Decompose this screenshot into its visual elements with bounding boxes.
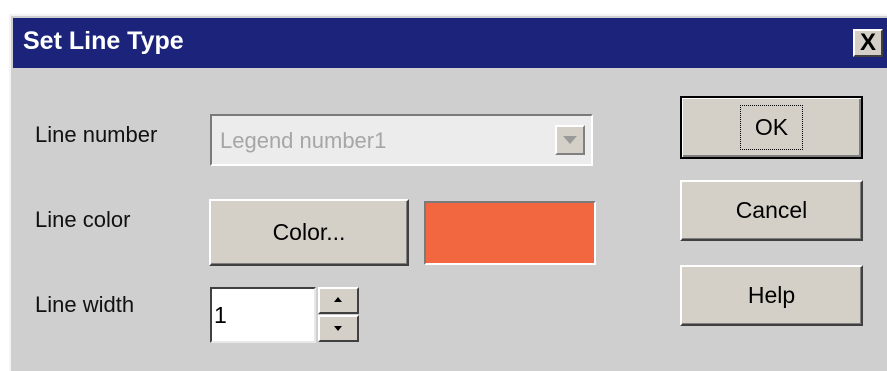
ok-button-label: OK (739, 105, 804, 150)
color-button[interactable]: Color... (209, 199, 409, 266)
spin-down-button[interactable] (318, 315, 359, 342)
color-button-label: Color... (272, 219, 346, 245)
cancel-button[interactable]: Cancel (680, 180, 863, 241)
color-swatch (424, 201, 596, 265)
close-button[interactable]: X (853, 29, 883, 57)
set-line-type-dialog: Set Line Type X Line number Legend numbe… (9, 14, 887, 371)
line-width-input[interactable]: 1 (210, 287, 316, 343)
close-icon: X (859, 29, 876, 56)
ok-button[interactable]: OK (680, 96, 863, 159)
help-button[interactable]: Help (680, 265, 863, 326)
chevron-down-icon[interactable] (555, 125, 585, 155)
title-bar[interactable]: Set Line Type X (13, 18, 887, 68)
dialog-title: Set Line Type (23, 27, 184, 55)
line-width-value: 1 (214, 302, 227, 328)
line-number-label: Line number (35, 122, 158, 147)
line-number-value: Legend number1 (220, 128, 387, 153)
spin-up-button[interactable] (318, 287, 359, 314)
line-number-select[interactable]: Legend number1 (210, 114, 593, 166)
cancel-button-label: Cancel (735, 197, 808, 223)
line-width-label: Line width (35, 292, 135, 317)
help-button-label: Help (747, 282, 796, 308)
line-color-label: Line color (35, 207, 131, 232)
